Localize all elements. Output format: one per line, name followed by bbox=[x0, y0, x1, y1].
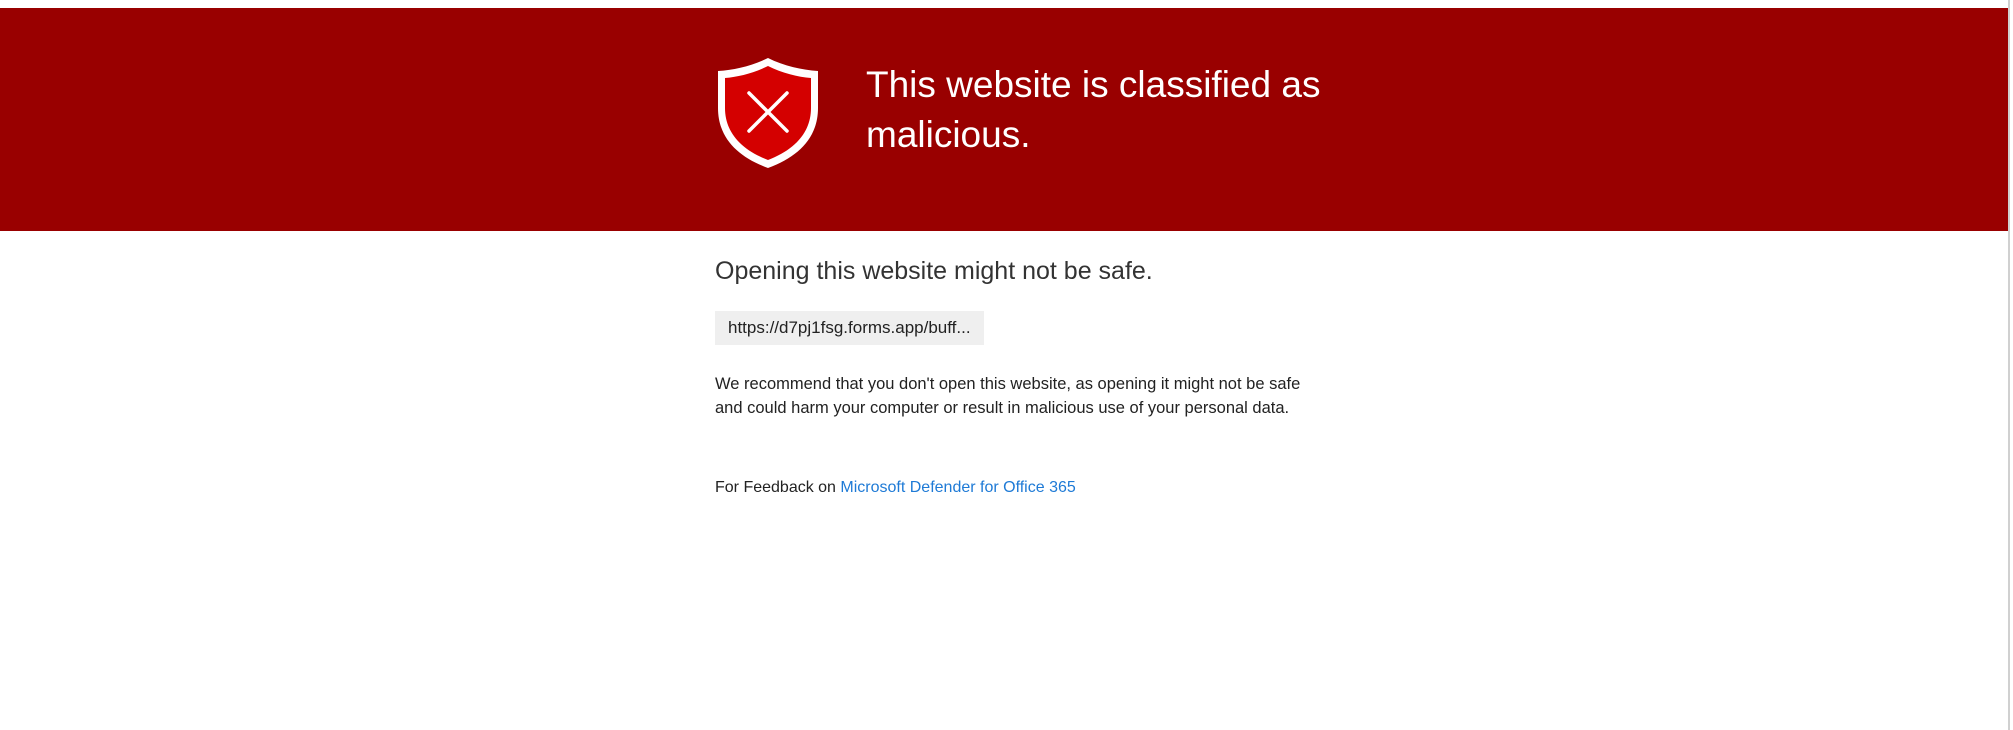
recommendation-text: We recommend that you don't open this we… bbox=[715, 375, 1301, 417]
warning-title: This website is classified as malicious. bbox=[866, 64, 1321, 155]
main-content: Opening this website might not be safe. … bbox=[715, 253, 1315, 500]
feedback-prefix: For Feedback on bbox=[715, 479, 841, 496]
window-edge bbox=[2008, 0, 2013, 730]
shield-x-icon bbox=[718, 58, 818, 168]
top-strip bbox=[0, 0, 2013, 8]
blocked-url: https://d7pj1fsg.forms.app/buff... bbox=[715, 311, 984, 345]
defender-feedback-link[interactable]: Microsoft Defender for Office 365 bbox=[840, 479, 1075, 496]
feedback-line: For Feedback on Microsoft Defender for O… bbox=[715, 476, 1315, 500]
warning-subtitle: Opening this website might not be safe. bbox=[715, 257, 1153, 285]
